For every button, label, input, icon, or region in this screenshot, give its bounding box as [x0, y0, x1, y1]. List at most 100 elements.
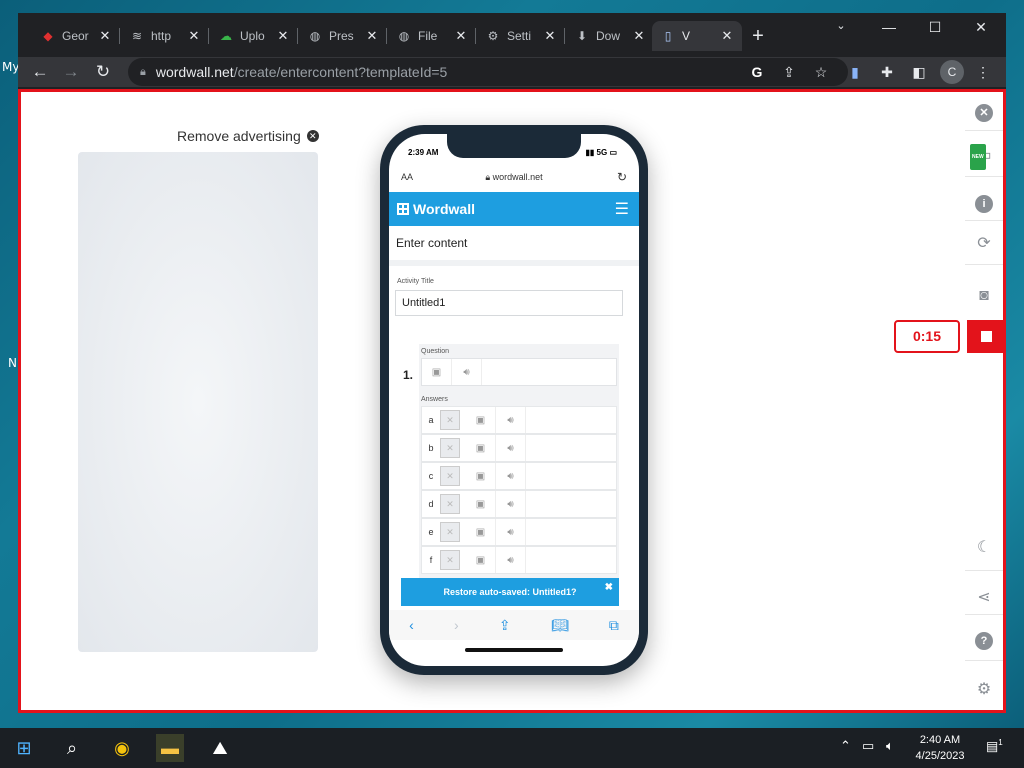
remove-advertising-link[interactable]: Remove advertising ✕ — [177, 128, 319, 144]
forward-button[interactable]: → — [58, 60, 84, 84]
close-icon[interactable]: ✕ — [975, 104, 993, 122]
restore-autosave-banner[interactable]: Restore auto-saved: Untitled1? ✖ — [401, 578, 619, 606]
desktop-label-n[interactable]: N — [8, 356, 17, 370]
share-icon[interactable]: ⇪ — [778, 61, 800, 83]
tab-6[interactable]: ⚙ Setti ✕ — [477, 21, 565, 51]
extension-docs-icon[interactable]: ▮ — [844, 61, 866, 83]
audio-icon[interactable]: 🔊︎ — [452, 359, 482, 385]
close-icon[interactable]: ✕ — [98, 28, 112, 44]
address-bar[interactable]: 🔒︎ wordwall.net/create/entercontent?temp… — [128, 58, 848, 86]
answer-row[interactable]: b ✕ ▣ 🔊︎ — [421, 434, 617, 462]
device-icon[interactable]: NEW▭ — [970, 144, 996, 170]
image-icon[interactable]: ▣ — [466, 463, 496, 489]
tab-5[interactable]: ◍ File ✕ — [388, 21, 476, 51]
correct-toggle[interactable]: ✕ — [440, 438, 460, 458]
safari-address-bar[interactable]: AA 🔒︎ wordwall.net ↻ — [396, 167, 632, 187]
back-button[interactable]: ← — [27, 60, 53, 84]
close-window-button[interactable]: ✕ — [958, 19, 1004, 36]
forward-chevron-icon[interactable]: › — [454, 617, 459, 633]
close-icon[interactable]: ✕ — [720, 28, 734, 44]
close-icon[interactable]: ✖ — [605, 582, 613, 593]
tab-1[interactable]: ◆ Geor ✕ — [32, 21, 120, 51]
volume-icon[interactable]: 🔈︎ — [886, 738, 894, 754]
question-input[interactable]: ▣ 🔊︎ — [421, 358, 617, 386]
google-icon[interactable]: G — [746, 61, 768, 83]
wordwall-logo[interactable]: Wordwall — [397, 201, 475, 217]
file-explorer-icon[interactable]: ▬ — [156, 734, 184, 762]
close-icon[interactable]: ✕ — [543, 28, 557, 44]
back-chevron-icon[interactable]: ‹ — [409, 617, 414, 633]
new-tab-button[interactable]: + — [746, 25, 770, 49]
divider — [965, 130, 1003, 131]
tab-search-icon[interactable]: ⌄ — [818, 19, 864, 32]
image-icon[interactable]: ▣ — [466, 435, 496, 461]
image-icon[interactable]: ▣ — [466, 547, 496, 573]
image-icon[interactable]: ▣ — [466, 407, 496, 433]
tab-3[interactable]: ☁ Uplo ✕ — [210, 21, 298, 51]
image-icon[interactable]: ▣ — [422, 359, 452, 385]
divider — [965, 176, 1003, 177]
minimize-button[interactable]: — — [866, 19, 912, 35]
wordwall-brand: Wordwall — [413, 201, 475, 217]
answer-row[interactable]: c ✕ ▣ 🔊︎ — [421, 462, 617, 490]
chevron-up-icon[interactable]: ⌃ — [840, 738, 851, 754]
tab-4[interactable]: ◍ Pres ✕ — [299, 21, 387, 51]
rotate-icon[interactable]: ⟳ — [972, 232, 996, 256]
correct-toggle[interactable]: ✕ — [440, 550, 460, 570]
maximize-button[interactable]: ☐ — [912, 19, 958, 36]
close-icon[interactable]: ✕ — [187, 28, 201, 44]
notifications-icon[interactable]: ▤1 — [986, 738, 1003, 754]
audio-icon[interactable]: 🔊︎ — [496, 547, 526, 573]
chrome-icon[interactable]: ◉ — [108, 734, 136, 762]
search-icon[interactable]: ⌕ — [58, 734, 86, 762]
tabs-icon[interactable]: ⧉ — [609, 617, 619, 634]
sidepanel-icon[interactable]: ◧ — [908, 61, 930, 83]
answer-row[interactable]: f ✕ ▣ 🔊︎ — [421, 546, 617, 574]
camera-icon[interactable]: ◙ — [972, 284, 996, 308]
correct-toggle[interactable]: ✕ — [440, 494, 460, 514]
close-icon[interactable]: ✕ — [454, 28, 468, 44]
audio-icon[interactable]: 🔊︎ — [496, 435, 526, 461]
close-icon[interactable]: ✕ — [632, 28, 646, 44]
answer-row[interactable]: d ✕ ▣ 🔊︎ — [421, 490, 617, 518]
photos-icon[interactable]: ⛰ — [206, 734, 234, 762]
share-icon[interactable]: ⇪ — [499, 617, 511, 634]
tab-8-label: V — [682, 29, 691, 43]
answer-row[interactable]: a ✕ ▣ 🔊︎ — [421, 406, 617, 434]
audio-icon[interactable]: 🔊︎ — [496, 491, 526, 517]
info-icon[interactable]: i — [975, 195, 993, 213]
audio-icon[interactable]: 🔊︎ — [496, 519, 526, 545]
tab-8[interactable]: ▯ V ✕ — [652, 21, 742, 51]
remove-advertising-label: Remove advertising — [177, 128, 301, 144]
answer-row[interactable]: e ✕ ▣ 🔊︎ — [421, 518, 617, 546]
audio-icon[interactable]: 🔊︎ — [496, 407, 526, 433]
close-icon[interactable]: ✕ — [276, 28, 290, 44]
bookmarks-icon[interactable]: 📖︎ — [551, 617, 569, 634]
avatar[interactable]: C — [940, 60, 964, 84]
activity-title-input[interactable]: Untitled1 — [395, 290, 623, 316]
audio-icon[interactable]: 🔊︎ — [496, 463, 526, 489]
kebab-menu-icon[interactable]: ⋮ — [972, 61, 994, 83]
system-clock[interactable]: 2:40 AM 4/25/2023 — [912, 732, 968, 764]
bookmark-star-icon[interactable]: ☆ — [810, 61, 832, 83]
safari-host: 🔒︎ wordwall.net — [485, 171, 543, 182]
share-icon[interactable]: ⋖ — [972, 586, 996, 610]
reload-button[interactable]: ↻ — [90, 60, 116, 84]
correct-toggle[interactable]: ✕ — [440, 410, 460, 430]
windows-start-icon[interactable]: ⊞ — [10, 734, 38, 762]
hamburger-menu-icon[interactable]: ☰ — [615, 199, 629, 219]
image-icon[interactable]: ▣ — [466, 519, 496, 545]
help-icon[interactable]: ? — [975, 632, 993, 650]
dark-mode-icon[interactable]: ☾ — [972, 536, 996, 560]
correct-toggle[interactable]: ✕ — [440, 522, 460, 542]
puzzle-icon[interactable]: ✚ — [876, 61, 898, 83]
close-icon[interactable]: ✕ — [365, 28, 379, 44]
correct-toggle[interactable]: ✕ — [440, 466, 460, 486]
tab-7[interactable]: ⬇ Dow ✕ — [566, 21, 654, 51]
settings-gear-icon[interactable]: ⚙ — [972, 678, 996, 702]
image-icon[interactable]: ▣ — [466, 491, 496, 517]
reload-icon[interactable]: ↻ — [617, 170, 627, 184]
network-icon[interactable]: ▭ — [862, 738, 874, 754]
tab-2[interactable]: ≋ http ✕ — [121, 21, 209, 51]
desktop-label-my[interactable]: My — [2, 60, 19, 74]
